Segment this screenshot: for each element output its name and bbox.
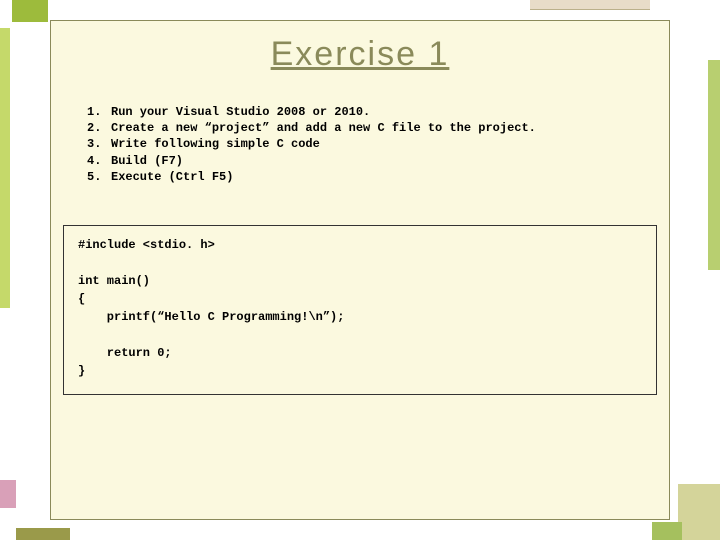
list-item: 4. Build (F7): [87, 153, 669, 169]
decoration-left-pink: [0, 480, 16, 508]
step-text: Create a new “project” and add a new C f…: [111, 120, 536, 136]
step-text: Execute (Ctrl F5): [111, 169, 233, 185]
step-number: 5.: [87, 169, 111, 185]
decoration-block-b: [652, 522, 682, 540]
decoration-right-green: [708, 60, 720, 270]
list-item: 1. Run your Visual Studio 2008 or 2010.: [87, 104, 669, 120]
decoration-block-a: [678, 484, 720, 540]
step-text: Build (F7): [111, 153, 183, 169]
decoration-bottom-olive: [16, 528, 70, 540]
list-item: 2. Create a new “project” and add a new …: [87, 120, 669, 136]
decoration-left-lime: [0, 28, 10, 308]
code-block: #include <stdio. h> int main() { printf(…: [63, 225, 657, 395]
steps-list: 1. Run your Visual Studio 2008 or 2010. …: [87, 104, 669, 185]
slide-frame: Exercise 1 1. Run your Visual Studio 200…: [50, 20, 670, 520]
step-number: 1.: [87, 104, 111, 120]
step-number: 4.: [87, 153, 111, 169]
slide-title: Exercise 1: [51, 21, 669, 74]
step-number: 3.: [87, 136, 111, 152]
step-text: Run your Visual Studio 2008 or 2010.: [111, 104, 370, 120]
decoration-top-beige: [530, 0, 650, 10]
list-item: 3. Write following simple C code: [87, 136, 669, 152]
step-number: 2.: [87, 120, 111, 136]
list-item: 5. Execute (Ctrl F5): [87, 169, 669, 185]
decoration-top-green: [12, 0, 48, 22]
step-text: Write following simple C code: [111, 136, 320, 152]
